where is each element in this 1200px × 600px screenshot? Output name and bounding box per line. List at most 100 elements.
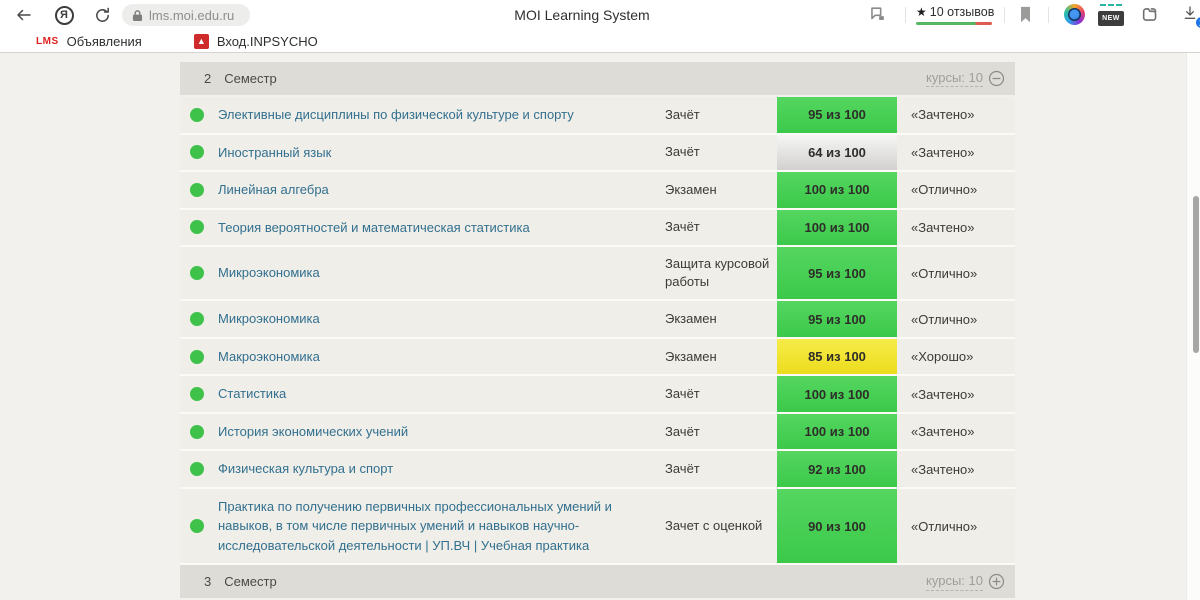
status-dot-icon: [190, 182, 204, 197]
status-cell: [180, 172, 218, 208]
address-bar[interactable]: lms.moi.edu.ru: [122, 4, 250, 26]
yandex-button[interactable]: Я: [52, 3, 76, 27]
table-row: Теория вероятностей и математическая ста…: [180, 209, 1015, 247]
scrollbar-thumb[interactable]: [1193, 196, 1199, 353]
status-cell: [180, 414, 218, 450]
score-badge: 95 из 100: [777, 247, 897, 300]
grade-text: «Зачтено»: [911, 424, 975, 440]
inpsycho-favicon: ▲: [193, 33, 209, 49]
downloads-count-badge: 2: [1195, 16, 1200, 29]
course-cell: Статистика: [218, 376, 665, 412]
table-row: Иностранный язык Зачёт 64 из 100 «Зачтен…: [180, 134, 1015, 172]
extension-new-button[interactable]: NEW: [1098, 4, 1124, 26]
collections-button[interactable]: [1140, 5, 1160, 24]
reviews-button[interactable]: ★ 10 отзывов: [916, 5, 994, 19]
toolbar-divider: [1004, 7, 1005, 23]
expand-plus-icon[interactable]: [988, 573, 1005, 590]
url-text: lms.moi.edu.ru: [149, 7, 235, 23]
course-link[interactable]: Линейная алгебра: [218, 182, 329, 197]
extension-browser-icon[interactable]: [1064, 4, 1085, 25]
course-link[interactable]: Практика по получению первичных професси…: [218, 499, 612, 553]
lock-icon: [132, 9, 143, 21]
browser-window: Я lms.moi.edu.ru MOI Learning System ★ 10…: [0, 0, 1200, 600]
table-row: Микроэкономика Защита курсовой работы 95…: [180, 247, 1015, 302]
grade-text: «Отлично»: [911, 265, 978, 281]
bookmark-item-announcements[interactable]: LMS Объявления: [36, 34, 142, 49]
courses-count-link[interactable]: курсы: 10: [926, 573, 983, 591]
table-row: Микроэкономика Экзамен 95 из 100 «Отличн…: [180, 301, 1015, 339]
status-dot-icon: [190, 519, 204, 534]
refresh-button[interactable]: [90, 3, 114, 27]
toolbar-divider: [1048, 7, 1049, 23]
course-link[interactable]: Микроэкономика: [218, 265, 320, 280]
status-cell: [180, 489, 218, 564]
lms-favicon: LMS: [36, 35, 59, 47]
bookmark-item-inpsycho[interactable]: ▲ Вход.INPSYCHO: [193, 33, 318, 49]
reviews-count: 10 отзывов: [929, 5, 995, 19]
status-cell: [180, 339, 218, 375]
back-button[interactable]: [12, 3, 36, 27]
score-badge: 95 из 100: [777, 301, 897, 337]
course-link[interactable]: История экономических учений: [218, 424, 408, 439]
status-cell: [180, 135, 218, 171]
bookmark-page-button[interactable]: [1018, 6, 1033, 24]
assessment-type: Зачёт: [665, 144, 700, 160]
bookmarks-bar: LMS Объявления ▲ Вход.INPSYCHO: [0, 30, 1200, 53]
course-rows: Элективные дисциплины по физической куль…: [180, 97, 1015, 566]
assessment-type: Зачёт: [665, 386, 700, 402]
score-badge: 90 из 100: [777, 488, 897, 564]
course-link[interactable]: Иностранный язык: [218, 145, 331, 160]
assessment-type: Экзамен: [665, 311, 717, 327]
collapse-minus-icon[interactable]: [988, 70, 1005, 87]
score-badge: 100 из 100: [777, 172, 897, 208]
star-icon: ★: [916, 5, 927, 19]
courses-count-link[interactable]: курсы: 10: [926, 70, 983, 88]
table-row: История экономических учений Зачёт 100 и…: [180, 413, 1015, 452]
score-badge: 95 из 100: [777, 97, 897, 133]
semester-label: Семестр: [224, 71, 277, 86]
new-extension-dashes: [1100, 4, 1122, 6]
grade-text: «Хорошо»: [911, 349, 974, 365]
page-title: MOI Learning System: [514, 7, 650, 23]
assessment-type: Зачет с оценкой: [665, 518, 763, 534]
semester-label: Семестр: [224, 574, 277, 590]
status-dot-icon: [190, 266, 204, 281]
course-link[interactable]: Физическая культура и спорт: [218, 461, 393, 476]
table-row: Элективные дисциплины по физической куль…: [180, 97, 1015, 135]
back-arrow-icon: [17, 9, 31, 21]
table-row: Физическая культура и спорт Зачёт 92 из …: [180, 451, 1015, 489]
course-link[interactable]: Микроэкономика: [218, 311, 320, 326]
course-link[interactable]: Статистика: [218, 386, 286, 401]
assessment-type: Зачёт: [665, 106, 700, 122]
bookmark-label: Объявления: [66, 33, 142, 49]
downloads-button[interactable]: 2: [1182, 5, 1200, 29]
score-badge: 100 из 100: [777, 376, 897, 412]
new-extension-icon: NEW: [1098, 11, 1124, 26]
course-cell: Физическая культура и спорт: [218, 451, 665, 487]
protect-icon: [871, 7, 884, 21]
assessment-type: Зачёт: [665, 219, 700, 235]
assessment-type: Зачёт: [665, 461, 700, 477]
browser-toolbar: Я lms.moi.edu.ru MOI Learning System ★ 10…: [0, 0, 1200, 30]
collections-icon: [1142, 8, 1157, 21]
status-dot-icon: [190, 387, 204, 402]
scrollbar-track[interactable]: [1186, 53, 1200, 600]
protect-button[interactable]: [868, 5, 887, 24]
score-badge: 92 из 100: [777, 451, 897, 487]
assessment-type: Зачёт: [665, 423, 700, 439]
score-badge: 85 из 100: [777, 338, 897, 375]
semester-3-header: 3 Семестр курсы: 10: [180, 565, 1015, 599]
grade-text: «Отлично»: [911, 182, 978, 198]
assessment-type: Защита курсовой работы: [665, 256, 770, 290]
course-link[interactable]: Элективные дисциплины по физической куль…: [218, 107, 574, 122]
course-link[interactable]: Теория вероятностей и математическая ста…: [218, 220, 530, 235]
status-dot-icon: [190, 107, 204, 122]
course-link[interactable]: Макроэкономика: [218, 349, 320, 364]
score-badge: 100 из 100: [777, 209, 897, 245]
grade-text: «Зачтено»: [911, 219, 975, 235]
grade-text: «Зачтено»: [911, 386, 975, 402]
semester-number: 2: [204, 71, 212, 86]
status-dot-icon: [190, 312, 204, 327]
yandex-icon: Я: [54, 5, 74, 25]
course-cell: История экономических учений: [218, 414, 665, 450]
